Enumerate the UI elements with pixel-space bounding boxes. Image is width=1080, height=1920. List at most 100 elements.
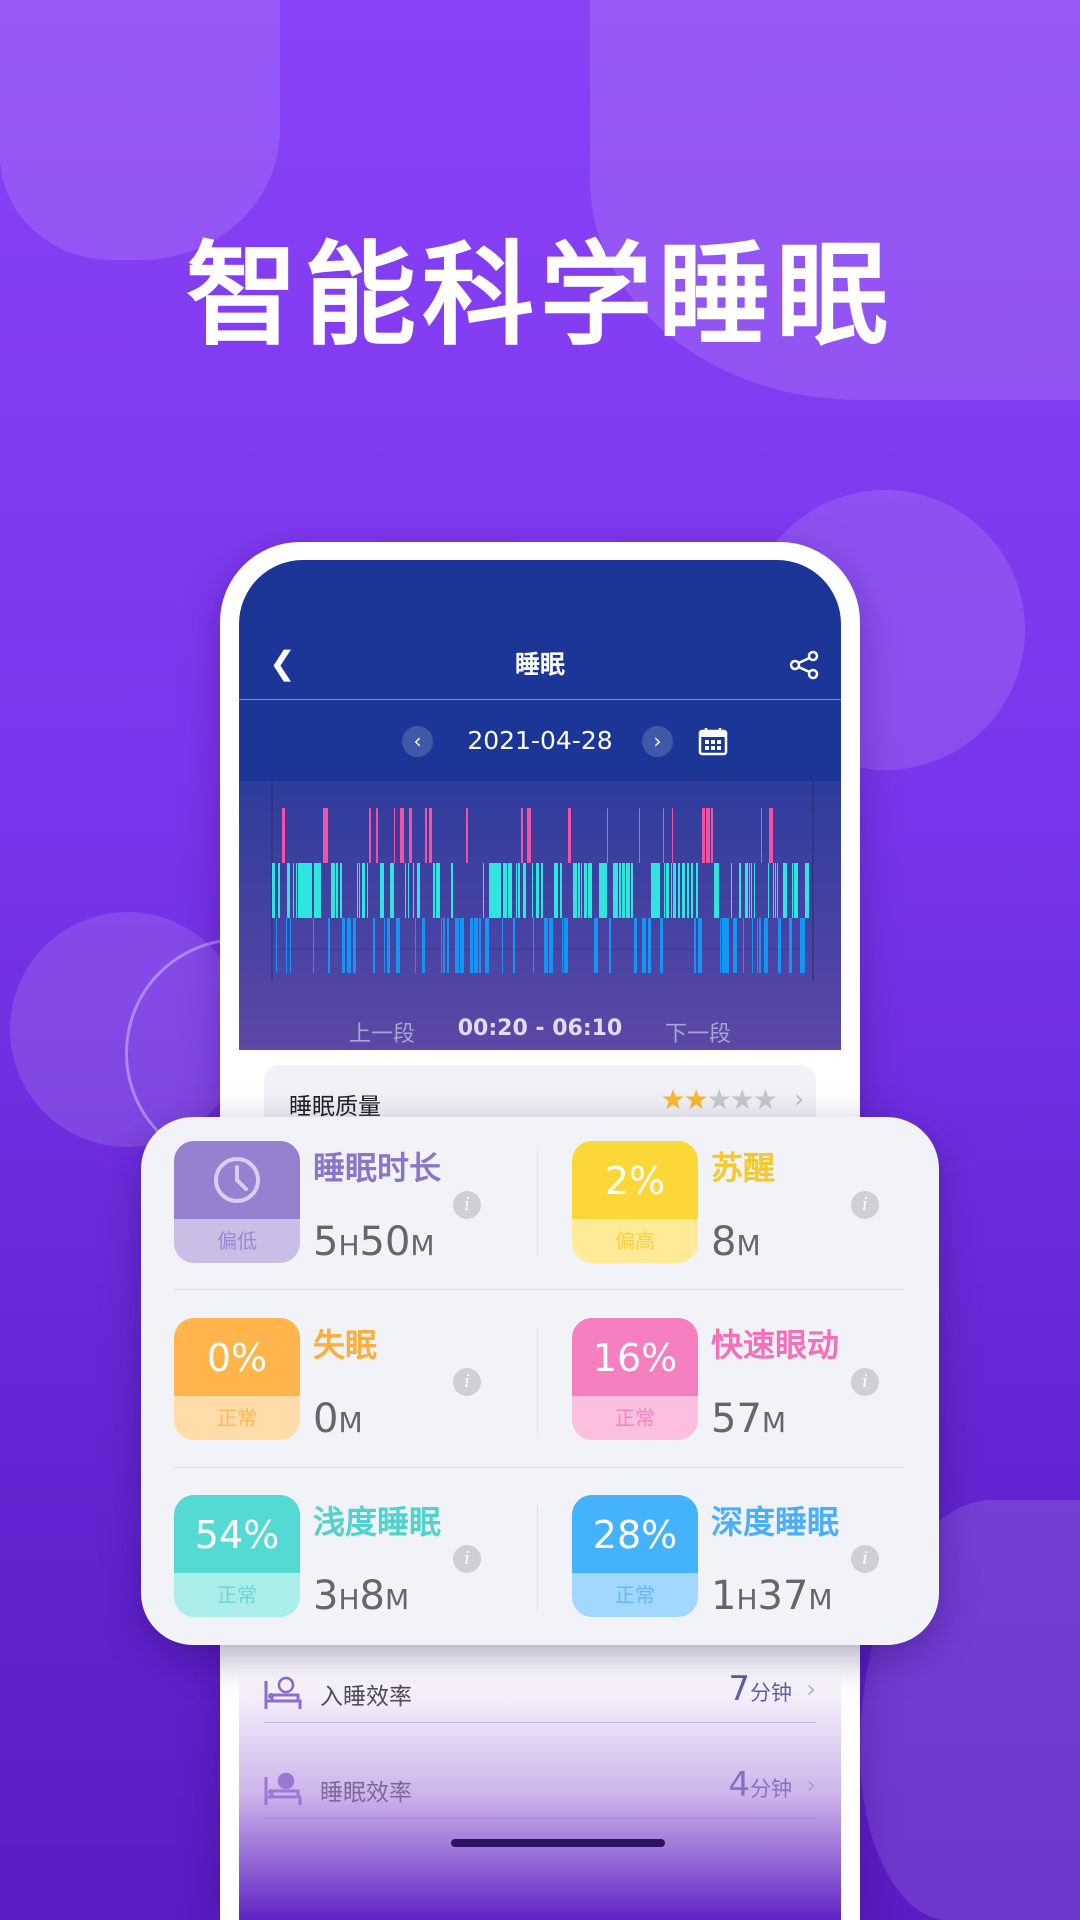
stage-bar-deep [313, 918, 314, 973]
stage-bar-light [666, 863, 669, 918]
stage-bar-rem [702, 808, 705, 863]
stage-bar-light [518, 863, 520, 918]
stage-bar-rem [323, 808, 326, 863]
stage-bar-light [417, 863, 420, 918]
stage-bar-deep [757, 918, 758, 973]
metric-cell[interactable]: 0% 正常 失眠 0M i [141, 1318, 539, 1442]
stage-bar-deep [353, 918, 356, 973]
stage-bar-rem [376, 808, 378, 863]
metric-cell[interactable]: 偏低 睡眠时长 5H50M i [141, 1141, 539, 1265]
stage-bar-light [516, 863, 517, 918]
metric-percent [174, 1141, 300, 1219]
stage-bar-deep [594, 918, 598, 973]
stage-bar-light [541, 863, 543, 918]
stage-bar-light [581, 863, 582, 918]
stage-bar-light [274, 863, 275, 918]
stage-bar-light [678, 863, 680, 918]
stage-bar-deep [479, 918, 481, 973]
stage-bar-light [305, 863, 308, 918]
next-segment-button[interactable]: 下一段 [665, 1016, 731, 1048]
stage-bar-light [293, 863, 294, 918]
stage-bar-deep [422, 918, 425, 973]
stage-bar-light [629, 863, 630, 918]
metric-cell[interactable]: 2% 偏高 苏醒 8M i [539, 1141, 937, 1265]
stage-bar-light [336, 863, 338, 918]
stage-bar-light [619, 863, 621, 918]
info-icon[interactable]: i [453, 1368, 481, 1396]
stage-bar-light [413, 863, 414, 918]
stage-bar-rem [402, 808, 404, 863]
stage-bar-rem [394, 808, 395, 863]
stage-bar-rem [639, 808, 640, 863]
bottom-fade [239, 1670, 841, 1920]
stage-bar-light [671, 863, 672, 918]
star-rating: ★★★★★ [660, 1083, 778, 1116]
stage-bar-light [451, 863, 453, 918]
stage-bar-rem [706, 808, 710, 863]
metric-name: 失眠 [313, 1326, 378, 1364]
metric-value: 5H50M [313, 1219, 435, 1265]
stage-bar-light [278, 863, 280, 918]
info-icon[interactable]: i [453, 1545, 481, 1573]
stage-bar-deep [290, 918, 291, 973]
stage-bar-deep [764, 918, 768, 973]
stage-bar-light [653, 863, 656, 918]
stage-bar-light [308, 863, 312, 918]
stage-bar-deep [549, 918, 553, 973]
metric-cell[interactable]: 54% 正常 浅度睡眠 3H8M i [141, 1495, 539, 1619]
stage-bar-deep [347, 918, 351, 973]
calendar-icon[interactable] [698, 726, 728, 756]
metric-status: 正常 [615, 1583, 655, 1607]
stage-bar-light [508, 863, 512, 918]
stage-bar-light [691, 863, 693, 918]
stage-bar-deep [533, 918, 534, 973]
stage-bar-light [664, 863, 665, 918]
info-icon[interactable]: i [851, 1368, 879, 1396]
stage-bar-deep [470, 918, 473, 973]
metric-percent: 0% [174, 1318, 300, 1396]
divider [537, 1151, 538, 1256]
stage-bar-light [749, 863, 750, 918]
stage-bar-rem [326, 808, 328, 863]
clock-icon [214, 1157, 260, 1203]
star-icon: ★ [729, 1083, 755, 1116]
info-icon[interactable]: i [453, 1191, 481, 1219]
stage-bar-light [673, 863, 674, 918]
stage-bar-deep [778, 918, 781, 973]
stage-bar-light [537, 863, 539, 918]
stage-bar-deep [373, 918, 375, 973]
stage-bar-light [584, 863, 587, 918]
next-date-button[interactable]: › [642, 726, 673, 757]
stage-bar-rem [527, 808, 531, 863]
stage-bar-deep [725, 918, 729, 973]
stage-bar-light [380, 863, 384, 918]
stage-bar-deep [660, 918, 663, 973]
info-icon[interactable]: i [851, 1545, 879, 1573]
stage-bar-rem [568, 808, 571, 863]
stage-bar-deep [485, 918, 489, 973]
stage-bar-light [436, 863, 440, 918]
stage-bar-deep [415, 918, 416, 973]
metric-value: 3H8M [313, 1573, 410, 1619]
star-icon: ★ [706, 1083, 732, 1116]
stage-bar-rem [400, 808, 402, 863]
stage-bar-light [717, 863, 719, 918]
metric-cell[interactable]: 28% 正常 深度睡眠 1H37M i [539, 1495, 937, 1619]
metric-cell[interactable]: 16% 正常 快速眼动 57M i [539, 1318, 937, 1442]
headline: 智能科学睡眠 [186, 231, 894, 361]
stage-bar-light [495, 863, 499, 918]
stage-bar-light [714, 863, 717, 918]
info-icon[interactable]: i [851, 1191, 879, 1219]
star-icon: ★ [683, 1083, 709, 1116]
metric-tile: 2% 偏高 [572, 1141, 698, 1263]
stage-bar-deep [343, 918, 345, 973]
stage-bar-deep [447, 918, 449, 973]
metrics-card: 偏低 睡眠时长 5H50M i 2% 偏高 苏醒 8M i 0% 正常 失眠 0… [141, 1117, 939, 1645]
stage-bar-rem [429, 808, 430, 863]
metric-name: 深度睡眠 [711, 1503, 840, 1541]
stage-bar-light [492, 863, 495, 918]
share-icon[interactable] [789, 650, 819, 680]
stage-bar-rem [663, 808, 664, 863]
stage-bar-light [554, 863, 555, 918]
stage-bar-rem [711, 808, 713, 863]
